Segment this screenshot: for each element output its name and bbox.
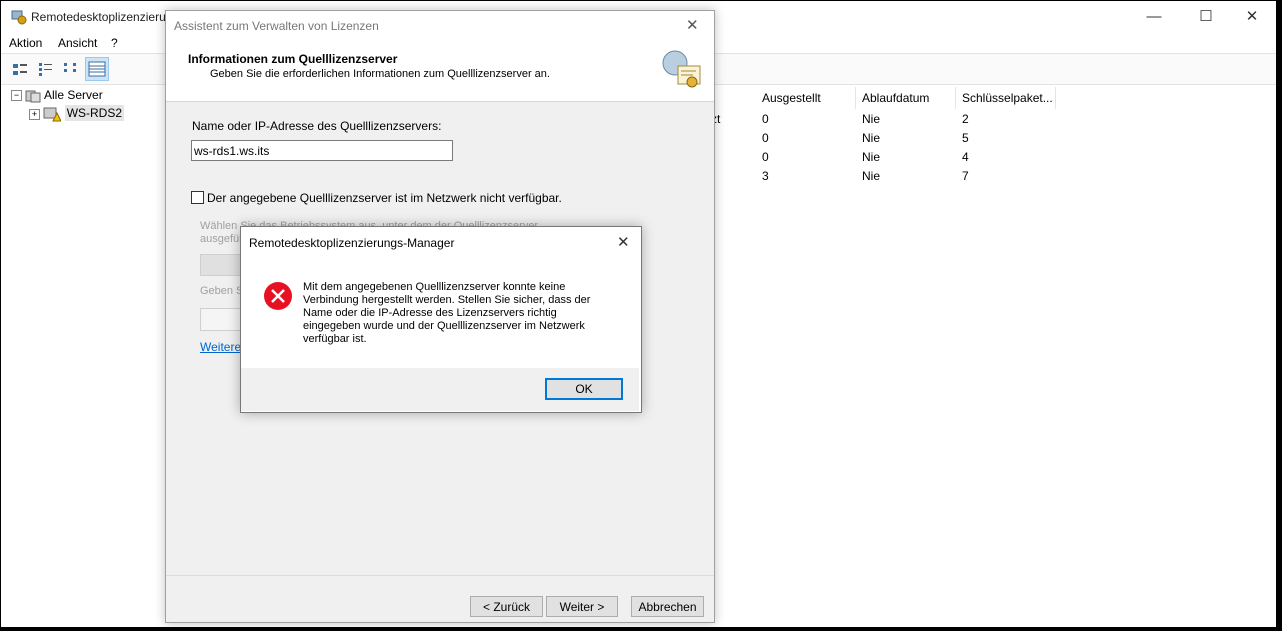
- wizard-header-title: Informationen zum Quelllizenzserver: [188, 52, 398, 66]
- error-message-box: Remotedesktoplizenzierungs-Manager ✕ Mit…: [240, 226, 642, 413]
- next-button[interactable]: Weiter >: [546, 596, 618, 617]
- server-tree: − Alle Server + WS-RDS2: [1, 84, 166, 627]
- cell-ablaufdatum: Nie: [862, 131, 881, 145]
- cell-ausgestellt: 0: [762, 131, 769, 145]
- msgbox-title: Remotedesktoplizenzierungs-Manager: [249, 236, 455, 250]
- server-warning-icon: [43, 107, 63, 122]
- wizard-title: Assistent zum Verwalten von Lizenzen: [174, 19, 379, 33]
- error-message-line: Name oder die IP-Adresse des Lizenzserve…: [303, 307, 557, 319]
- wizard-header-subtitle: Geben Sie die erforderlichen Information…: [210, 68, 550, 80]
- cell-ablaufdatum: Nie: [862, 112, 881, 126]
- footer-divider: [166, 575, 714, 576]
- maximize-button[interactable]: ☐: [1183, 1, 1229, 33]
- cell-ablaufdatum: Nie: [862, 150, 881, 164]
- small-icons-icon: [39, 63, 52, 76]
- collapse-icon[interactable]: −: [11, 90, 22, 102]
- list-view-button[interactable]: [61, 58, 83, 80]
- wizard-header: Informationen zum Quelllizenzserver Gebe…: [166, 41, 714, 102]
- source-server-name-label: Name oder IP-Adresse des Quelllizenzserv…: [192, 119, 442, 133]
- error-message: Mit dem angegebenen Quelllizenzserver ko…: [303, 281, 590, 346]
- back-button[interactable]: < Zurück: [470, 596, 543, 617]
- server-group-icon: [25, 90, 41, 103]
- cell-ausgestellt: 0: [762, 112, 769, 126]
- server-unavailable-label: Der angegebene Quelllizenzserver ist im …: [207, 191, 562, 205]
- msgbox-footer: OK: [241, 368, 639, 411]
- list-icon: [64, 63, 76, 72]
- wizard-close-button[interactable]: ✕: [686, 16, 699, 34]
- cell-ausgestellt: 3: [762, 169, 769, 183]
- small-icons-view-button[interactable]: [35, 58, 57, 80]
- column-header-schluesselpaket[interactable]: Schlüsselpaket...: [956, 87, 1056, 109]
- error-message-line: eingegeben wurde und der Quelllizenzserv…: [303, 320, 585, 332]
- tree-item-all-servers[interactable]: − Alle Server: [11, 88, 103, 103]
- error-icon: [264, 282, 292, 310]
- menu-aktion[interactable]: Aktion: [9, 36, 42, 50]
- error-message-line: Verbindung hergestellt werden. Stellen S…: [303, 294, 591, 306]
- details-icon: [88, 61, 106, 77]
- cell-schluesselpaket: 5: [962, 131, 969, 145]
- close-button[interactable]: ✕: [1229, 1, 1275, 33]
- error-message-line: Mit dem angegebenen Quelllizenzserver ko…: [303, 281, 566, 293]
- wizard-title-bar: Assistent zum Verwalten von Lizenzen ✕: [166, 11, 714, 41]
- license-certificate-icon: [662, 50, 701, 88]
- large-icons-view-button[interactable]: [9, 58, 31, 80]
- menu-ansicht[interactable]: Ansicht: [58, 36, 97, 50]
- minimize-button[interactable]: —: [1131, 1, 1177, 33]
- ok-button[interactable]: OK: [545, 378, 623, 400]
- menu-help[interactable]: ?: [111, 36, 118, 50]
- cell-schluesselpaket: 7: [962, 169, 969, 183]
- column-header-ausgestellt[interactable]: Ausgestellt: [756, 87, 856, 109]
- tree-label-ws-rds2: WS-RDS2: [64, 105, 125, 122]
- tree-item-ws-rds2[interactable]: + WS-RDS2: [29, 105, 125, 122]
- server-unavailable-checkbox[interactable]: [191, 191, 204, 204]
- cell-schluesselpaket: 4: [962, 150, 969, 164]
- cell-ablaufdatum: Nie: [862, 169, 881, 183]
- cell-schluesselpaket: 2: [962, 112, 969, 126]
- error-message-line: verfügbar ist.: [303, 333, 367, 345]
- more-info-link[interactable]: Weitere: [200, 340, 241, 354]
- msgbox-close-button[interactable]: ✕: [617, 233, 630, 251]
- source-server-name-input[interactable]: ws-rds1.ws.its: [191, 140, 453, 161]
- expand-icon[interactable]: +: [29, 108, 40, 120]
- tree-label-all-servers: Alle Server: [44, 88, 103, 102]
- details-view-button[interactable]: [85, 57, 109, 81]
- app-icon: [11, 10, 27, 25]
- large-icons-icon: [13, 64, 27, 75]
- disabled-field-label: Geben S: [200, 285, 244, 297]
- column-header-ablaufdatum[interactable]: Ablaufdatum: [856, 87, 956, 109]
- cancel-button[interactable]: Abbrechen: [631, 596, 704, 617]
- cell-ausgestellt: 0: [762, 150, 769, 164]
